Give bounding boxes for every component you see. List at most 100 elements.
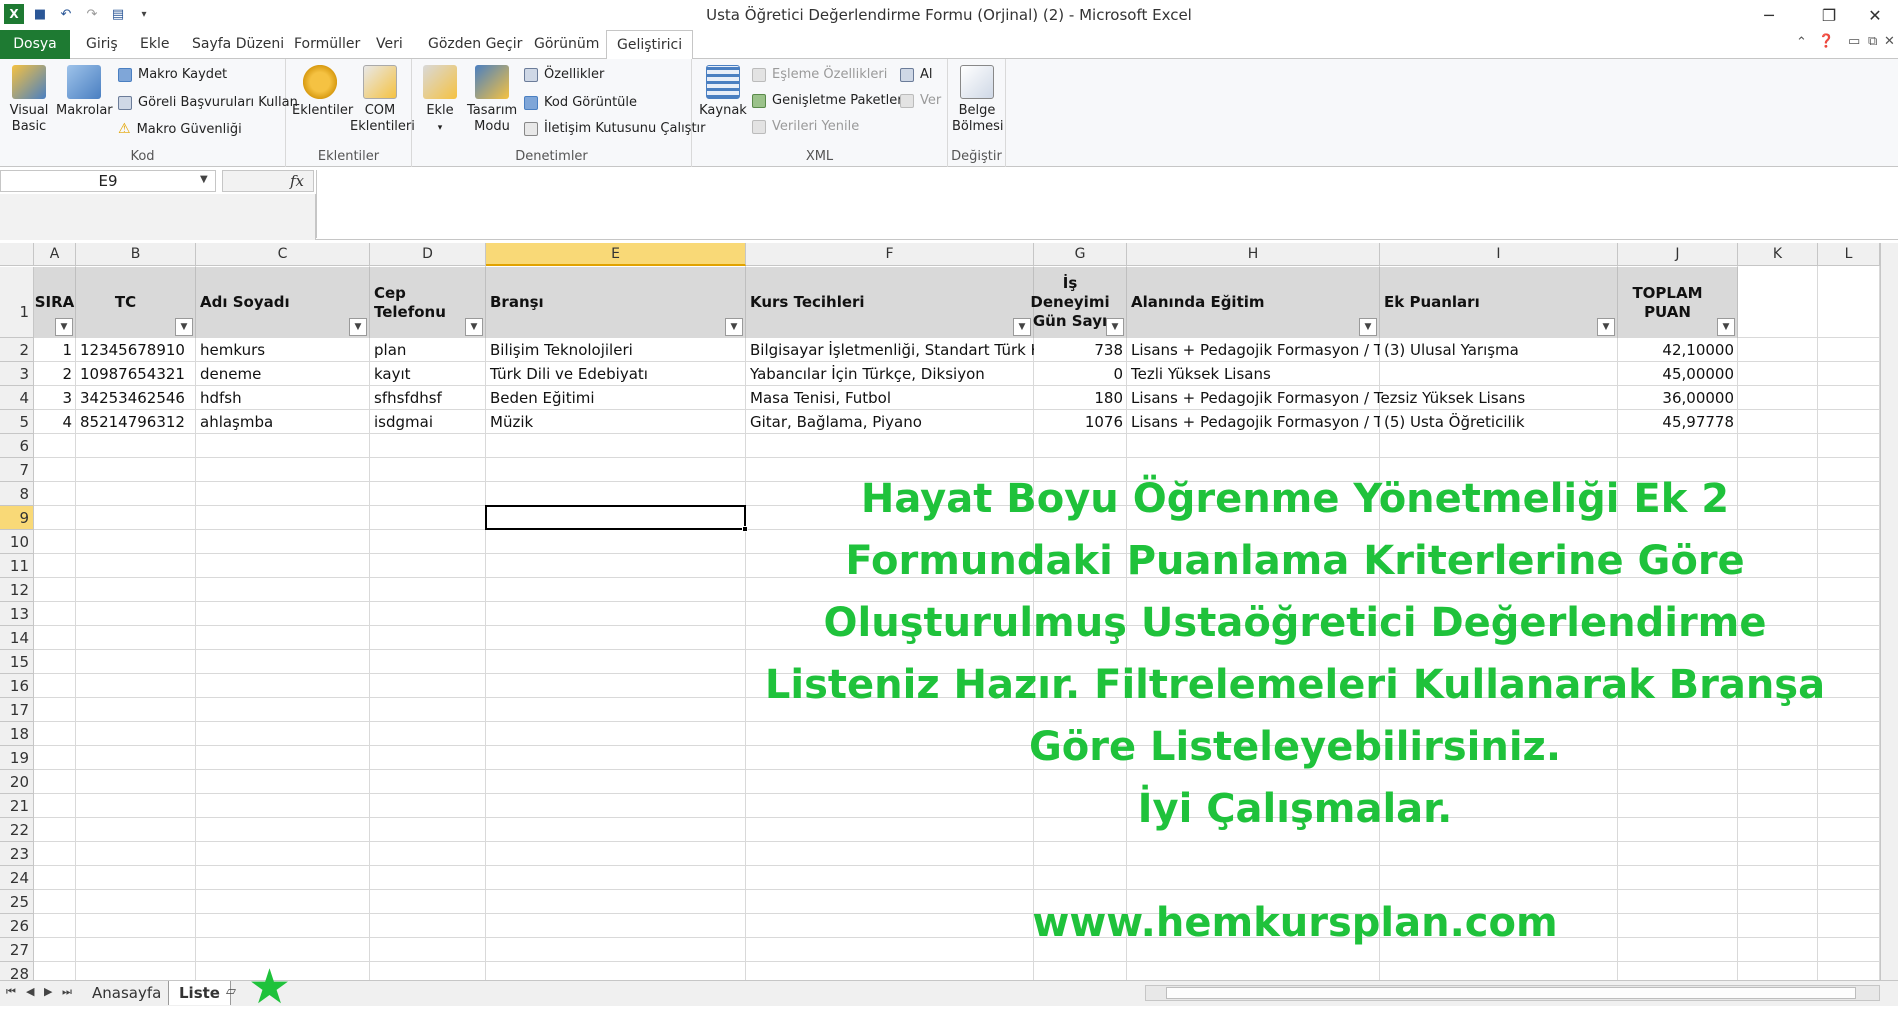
table-cell[interactable]: 34253462546 — [76, 386, 196, 410]
column-header-h[interactable]: H — [1127, 243, 1380, 266]
sheet-tab-liste[interactable]: Liste — [168, 981, 231, 1005]
filter-dropdown-icon[interactable]: ▼ — [725, 318, 743, 336]
table-cell[interactable]: isdgmai — [370, 410, 486, 434]
table-cell[interactable]: 4 — [34, 410, 76, 434]
table-header-cell[interactable]: Branşı ▼ — [486, 267, 746, 338]
row-header-6[interactable]: 6 — [0, 434, 34, 458]
table-cell[interactable]: Bilişim Teknolojileri — [486, 338, 746, 362]
column-header-f[interactable]: F — [746, 243, 1034, 266]
workbook-restore-icon[interactable]: ⧉ — [1868, 34, 1877, 49]
row-header-22[interactable]: 22 — [0, 818, 34, 842]
table-header-cell[interactable]: İş Deneyimi Gün Sayı ▼ — [1030, 267, 1127, 338]
row-header-3[interactable]: 3 — [0, 362, 34, 386]
minimize-button[interactable]: ─ — [1746, 2, 1792, 28]
formula-input[interactable] — [316, 170, 1898, 238]
filter-dropdown-icon[interactable]: ▼ — [175, 318, 193, 336]
goreli-basvurular-button[interactable]: Göreli Başvuruları Kullan — [118, 95, 298, 110]
insert-function-icon[interactable]: fx — [290, 172, 304, 190]
table-header-cell[interactable]: Kurs Tecihleri ▼ — [746, 267, 1034, 338]
tab-veri[interactable]: Veri — [366, 30, 413, 59]
ozellikler-button[interactable]: Özellikler — [524, 67, 604, 82]
column-header-e[interactable]: E — [486, 243, 746, 266]
new-sheet-icon[interactable]: ▱ — [226, 984, 236, 999]
table-cell[interactable]: (3) Ulusal Yarışma — [1380, 338, 1618, 362]
column-header-i[interactable]: I — [1380, 243, 1618, 266]
minimize-ribbon-icon[interactable]: ⌃ — [1796, 35, 1807, 50]
column-header-a[interactable]: A — [34, 243, 76, 266]
vertical-scrollbar[interactable] — [1880, 243, 1898, 980]
row-header-2[interactable]: 2 — [0, 338, 34, 362]
column-header-g[interactable]: G — [1034, 243, 1127, 266]
table-cell[interactable]: Beden Eğitimi — [486, 386, 746, 410]
column-header-d[interactable]: D — [370, 243, 486, 266]
table-cell[interactable] — [1380, 386, 1618, 410]
table-cell[interactable]: Lisans + Pedagojik Formasyon / Te — [1127, 410, 1380, 434]
first-sheet-icon[interactable]: ⏮ — [6, 985, 16, 999]
filter-dropdown-icon[interactable]: ▼ — [1106, 318, 1124, 336]
filter-dropdown-icon[interactable]: ▼ — [349, 318, 367, 336]
filter-dropdown-icon[interactable]: ▼ — [1597, 318, 1615, 336]
row-header-5[interactable]: 5 — [0, 410, 34, 434]
row-header-18[interactable]: 18 — [0, 722, 34, 746]
column-header-l[interactable]: L — [1818, 243, 1880, 266]
table-cell[interactable]: 180 — [1034, 386, 1127, 410]
table-header-cell[interactable]: Ek Puanları ▼ — [1380, 267, 1618, 338]
table-cell[interactable]: plan — [370, 338, 486, 362]
row-header-8[interactable]: 8 — [0, 482, 34, 506]
filter-dropdown-icon[interactable]: ▼ — [1359, 318, 1377, 336]
row-header-28[interactable]: 28 — [0, 962, 34, 980]
ekle-control-button[interactable]: Ekle ▾ — [418, 65, 462, 136]
close-button[interactable]: ✕ — [1852, 2, 1898, 28]
row-header-4[interactable]: 4 — [0, 386, 34, 410]
filter-dropdown-icon[interactable]: ▼ — [1717, 318, 1735, 336]
row-header-13[interactable]: 13 — [0, 602, 34, 626]
kod-goruntule-button[interactable]: Kod Görüntüle — [524, 95, 637, 110]
iletisim-kutusu-button[interactable]: İletişim Kutusunu Çalıştır — [524, 121, 706, 136]
row-header-15[interactable]: 15 — [0, 650, 34, 674]
row-header-23[interactable]: 23 — [0, 842, 34, 866]
makrolar-button[interactable]: Makrolar — [56, 65, 113, 119]
table-cell[interactable]: (5) Usta Öğreticilik — [1380, 410, 1618, 434]
row-header-12[interactable]: 12 — [0, 578, 34, 602]
horizontal-scroll-thumb[interactable] — [1166, 987, 1856, 999]
kaynak-button[interactable]: Kaynak — [698, 65, 748, 119]
tab-gelistirici[interactable]: Geliştirici — [606, 30, 694, 60]
table-cell[interactable]: 1 — [34, 338, 76, 362]
table-cell[interactable]: 2 — [34, 362, 76, 386]
table-cell[interactable]: deneme — [196, 362, 370, 386]
table-cell[interactable]: 42,10000 — [1618, 338, 1738, 362]
table-cell[interactable]: 738 — [1034, 338, 1127, 362]
fill-handle[interactable] — [742, 526, 748, 532]
help-icon[interactable]: ❓ — [1818, 34, 1834, 49]
sheet-tab-anasayfa[interactable]: Anasayfa — [82, 981, 171, 1005]
tab-giris[interactable]: Giriş — [76, 30, 128, 59]
esleme-ozellikleri-button[interactable]: Eşleme Özellikleri — [752, 67, 887, 82]
restore-button[interactable]: ❐ — [1806, 2, 1852, 28]
workbook-minimize-icon[interactable]: ▭ — [1848, 34, 1860, 49]
row-header-26[interactable]: 26 — [0, 914, 34, 938]
prev-sheet-icon[interactable]: ◀ — [26, 985, 34, 998]
row-header-19[interactable]: 19 — [0, 746, 34, 770]
row-header-16[interactable]: 16 — [0, 674, 34, 698]
row-header-11[interactable]: 11 — [0, 554, 34, 578]
name-box-dropdown-icon[interactable]: ▼ — [200, 174, 208, 185]
table-cell[interactable]: 0 — [1034, 362, 1127, 386]
table-cell[interactable]: 45,97778 — [1618, 410, 1738, 434]
column-header-b[interactable]: B — [76, 243, 196, 266]
table-cell[interactable]: 12345678910 — [76, 338, 196, 362]
horizontal-scrollbar[interactable] — [1145, 985, 1880, 1001]
tab-dosya[interactable]: Dosya — [0, 30, 70, 59]
row-header-21[interactable]: 21 — [0, 794, 34, 818]
belge-bolmesi-button[interactable]: Belge Bölmesi — [950, 65, 1004, 135]
tab-ekle[interactable]: Ekle — [130, 30, 179, 59]
table-cell[interactable]: 36,00000 — [1618, 386, 1738, 410]
table-cell[interactable]: hdfsh — [196, 386, 370, 410]
table-header-cell[interactable]: TC ▼ — [76, 267, 196, 338]
table-cell[interactable] — [1380, 362, 1618, 386]
row-header-24[interactable]: 24 — [0, 866, 34, 890]
table-header-cell[interactable]: SIRA ▼ — [34, 267, 76, 338]
table-cell[interactable]: Masa Tenisi, Futbol — [746, 386, 1034, 410]
row-header-27[interactable]: 27 — [0, 938, 34, 962]
table-cell[interactable]: Gitar, Bağlama, Piyano — [746, 410, 1034, 434]
active-cell-e9[interactable] — [485, 505, 746, 530]
